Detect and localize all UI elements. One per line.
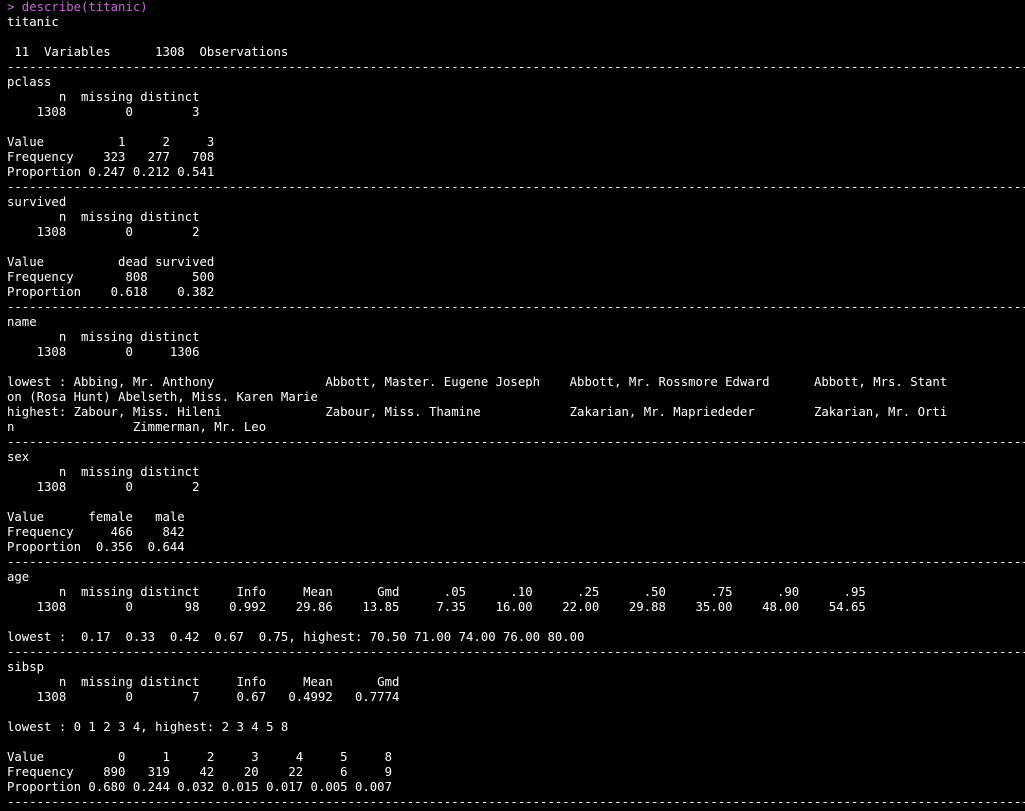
console-line: Frequency 466 842 bbox=[7, 525, 185, 539]
console-line: n missing distinct bbox=[7, 90, 200, 104]
console-line: n missing distinct Info Mean Gmd .05 .10… bbox=[7, 585, 866, 599]
console-line: n missing distinct Info Mean Gmd bbox=[7, 675, 400, 689]
console-line: lowest : 0 1 2 3 4, highest: 2 3 4 5 8 bbox=[7, 720, 289, 734]
console-line: sibsp bbox=[7, 660, 45, 674]
console-line: 1308 0 2 bbox=[7, 480, 200, 494]
console-line: n Zimmerman, Mr. Leo bbox=[7, 420, 267, 434]
console-line: Value 1 2 3 bbox=[7, 135, 215, 149]
separator-line: ----------------------------------------… bbox=[7, 60, 1025, 74]
console-line: sex bbox=[7, 450, 30, 464]
console-line: lowest : Abbing, Mr. Anthony Abbott, Mas… bbox=[7, 375, 948, 389]
console-line: n missing distinct bbox=[7, 330, 200, 344]
console-line: Proportion 0.680 0.244 0.032 0.015 0.017… bbox=[7, 780, 392, 794]
r-console-output[interactable]: > describe(titanic) titanic 11 Variables … bbox=[0, 0, 1025, 811]
command-prompt-line: > describe(titanic) bbox=[7, 0, 148, 14]
console-line: 1308 0 7 0.67 0.4992 0.7774 bbox=[7, 690, 400, 704]
console-line: 1308 0 1306 bbox=[7, 345, 200, 359]
separator-line: ----------------------------------------… bbox=[7, 645, 1025, 659]
separator-line: ----------------------------------------… bbox=[7, 555, 1025, 569]
console-line: lowest : 0.17 0.33 0.42 0.67 0.75, highe… bbox=[7, 630, 585, 644]
console-line: Proportion 0.247 0.212 0.541 bbox=[7, 165, 215, 179]
separator-line: ----------------------------------------… bbox=[7, 180, 1025, 194]
console-line: Frequency 890 319 42 20 22 6 9 bbox=[7, 765, 392, 779]
separator-line: ----------------------------------------… bbox=[7, 795, 1025, 809]
console-line: name bbox=[7, 315, 37, 329]
console-line: highest: Zabour, Miss. Hileni Zabour, Mi… bbox=[7, 405, 948, 419]
console-line: Value female male bbox=[7, 510, 185, 524]
console-line: age bbox=[7, 570, 30, 584]
console-line: Proportion 0.618 0.382 bbox=[7, 285, 215, 299]
separator-line: ----------------------------------------… bbox=[7, 435, 1025, 449]
console-line: 11 Variables 1308 Observations bbox=[7, 45, 289, 59]
console-line: pclass bbox=[7, 75, 52, 89]
console-line: Proportion 0.356 0.644 bbox=[7, 540, 185, 554]
console-line: Value 0 1 2 3 4 5 8 bbox=[7, 750, 392, 764]
console-line: titanic bbox=[7, 15, 59, 29]
console-line: Frequency 323 277 708 bbox=[7, 150, 215, 164]
console-line: survived bbox=[7, 195, 67, 209]
console-line: 1308 0 2 bbox=[7, 225, 200, 239]
console-line: n missing distinct bbox=[7, 465, 200, 479]
console-line: n missing distinct bbox=[7, 210, 200, 224]
console-line: 1308 0 98 0.992 29.86 13.85 7.35 16.00 2… bbox=[7, 600, 866, 614]
console-line: 1308 0 3 bbox=[7, 105, 200, 119]
console-line: Frequency 808 500 bbox=[7, 270, 215, 284]
console-line: Value dead survived bbox=[7, 255, 215, 269]
console-line: on (Rosa Hunt) Abelseth, Miss. Karen Mar… bbox=[7, 390, 318, 404]
separator-line: ----------------------------------------… bbox=[7, 300, 1025, 314]
